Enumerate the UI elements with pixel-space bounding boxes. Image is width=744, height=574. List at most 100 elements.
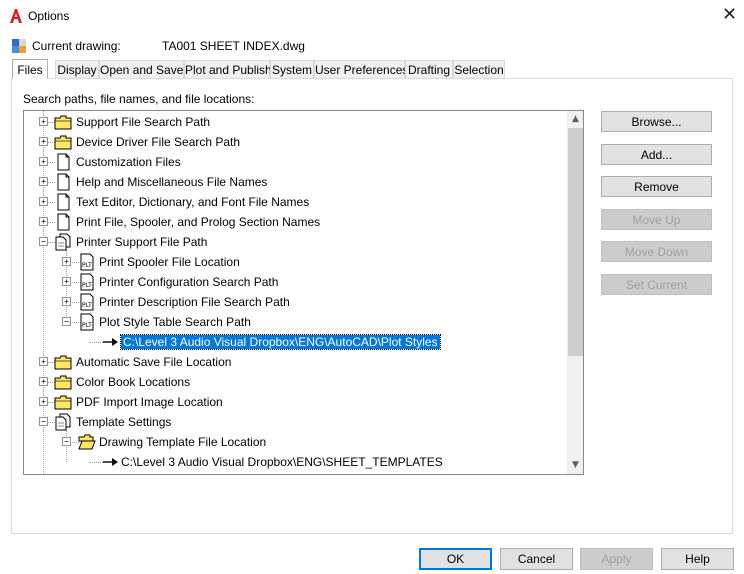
cancel-button[interactable]: Cancel [500, 548, 573, 570]
expand-icon[interactable]: + [39, 117, 48, 126]
current-drawing-name: TA001 SHEET INDEX.dwg [162, 39, 305, 53]
files-tab-panel: Search paths, file names, and file locat… [11, 78, 733, 534]
folder-icon [54, 393, 72, 411]
tree-node-label: Help and Miscellaneous File Names [76, 175, 268, 189]
current-drawing-bar: Current drawing: TA001 SHEET INDEX.dwg [0, 36, 744, 56]
tree-node[interactable]: + Text Editor, Dictionary, and Font File … [24, 192, 567, 212]
title-bar: Options ✕ [0, 0, 744, 32]
documents-icon [54, 413, 72, 431]
collapse-icon[interactable]: − [62, 437, 71, 446]
tree-node[interactable]: + Device Driver File Search Path [24, 132, 567, 152]
document-icon [54, 173, 72, 191]
tree-node-label: Template Settings [76, 415, 172, 429]
scroll-down-icon[interactable]: ▼ [567, 457, 583, 474]
current-drawing-label: Current drawing: [32, 39, 121, 53]
tree-scrollbar[interactable]: ▲ ▼ [567, 111, 583, 474]
tab-plot-and-publish[interactable]: Plot and Publish [184, 60, 272, 79]
folder-icon [54, 113, 72, 131]
folder-icon [54, 133, 72, 151]
expand-icon[interactable]: + [39, 397, 48, 406]
tree-node[interactable]: − PLT Plot Style Table Search Path [24, 312, 567, 332]
add-button[interactable]: Add... [601, 144, 712, 165]
ok-button[interactable]: OK [419, 548, 492, 570]
tree-node-label: Print Spooler File Location [99, 255, 240, 269]
collapse-icon[interactable]: − [62, 317, 71, 326]
tab-system[interactable]: System [270, 60, 314, 79]
tree-node[interactable]: − Printer Support File Path [24, 232, 567, 252]
svg-text:PLT: PLT [82, 302, 92, 309]
scroll-up-icon[interactable]: ▲ [567, 111, 583, 128]
search-paths-label: Search paths, file names, and file locat… [23, 92, 255, 106]
tree-node[interactable]: + PDF Import Image Location [24, 392, 567, 412]
browse-button[interactable]: Browse... [601, 111, 712, 132]
close-button[interactable]: ✕ [722, 5, 737, 25]
autocad-logo-icon [10, 9, 22, 23]
apply-button[interactable]: Apply [580, 548, 653, 570]
tab-drafting[interactable]: Drafting [405, 60, 453, 79]
move-down-button[interactable]: Move Down [601, 241, 712, 262]
selected-path-highlight: C:\Level 3 Audio Visual Dropbox\ENG\Auto… [120, 334, 441, 350]
plot-file-icon: PLT [78, 273, 96, 291]
tree-node-label: Printer Configuration Search Path [99, 275, 279, 289]
expand-icon[interactable]: + [39, 137, 48, 146]
tab-selection[interactable]: Selection [453, 60, 505, 79]
drawing-icon [12, 39, 26, 53]
tree-node[interactable]: + Support File Search Path [24, 112, 567, 132]
tree-node-label: Color Book Locations [76, 375, 191, 389]
tab-display[interactable]: Display [55, 60, 99, 79]
arrow-icon [102, 333, 120, 351]
tree-node[interactable]: + Print File, Spooler, and Prolog Section… [24, 212, 567, 232]
tab-user-preferences[interactable]: User Preferences [314, 60, 408, 79]
expand-icon[interactable]: + [39, 197, 48, 206]
tree-node-label: Automatic Save File Location [76, 355, 232, 369]
scroll-thumb[interactable] [568, 128, 583, 356]
tree-node[interactable]: − Template Settings [24, 412, 567, 432]
set-current-button[interactable]: Set Current [601, 274, 712, 295]
remove-button[interactable]: Remove [601, 176, 712, 197]
tree-path-entry[interactable]: C:\Level 3 Audio Visual Dropbox\ENG\SHEE… [24, 452, 567, 472]
expand-icon[interactable]: + [62, 257, 71, 266]
collapse-icon[interactable]: − [39, 417, 48, 426]
document-icon [54, 213, 72, 231]
document-icon [54, 153, 72, 171]
plot-file-icon: PLT [78, 293, 96, 311]
tree-node[interactable]: + Customization Files [24, 152, 567, 172]
tree-connector [89, 462, 103, 463]
tree-content: + Support File Search Path + Device Driver … [24, 111, 567, 474]
tab-open-and-save[interactable]: Open and Save [99, 60, 184, 79]
window-title: Options [28, 9, 70, 23]
expand-icon[interactable]: + [39, 177, 48, 186]
expand-icon[interactable]: + [62, 277, 71, 286]
expand-icon[interactable]: + [39, 377, 48, 386]
help-button[interactable]: Help [661, 548, 734, 570]
expand-icon[interactable]: + [39, 357, 48, 366]
tree-node[interactable]: − Drawing Template File Location [24, 432, 567, 452]
tree-connector [89, 342, 103, 343]
file-paths-tree[interactable]: + Support File Search Path + Device Driver … [23, 110, 584, 475]
tree-node[interactable]: + Help and Miscellaneous File Names [24, 172, 567, 192]
plot-file-icon: PLT [78, 313, 96, 331]
tree-node[interactable]: + Automatic Save File Location [24, 352, 567, 372]
tree-node[interactable]: + PLT Printer Configuration Search Path [24, 272, 567, 292]
tree-path-entry[interactable]: C:\Level 3 Audio Visual Dropbox\ENG\Auto… [24, 332, 567, 352]
expand-icon[interactable]: + [62, 297, 71, 306]
tab-files[interactable]: Files [12, 59, 48, 79]
tree-node[interactable]: + PLT Printer Description File Search Path [24, 292, 567, 312]
document-icon [54, 193, 72, 211]
tree-node-label: PDF Import Image Location [76, 395, 223, 409]
tree-node-label: Printer Description File Search Path [99, 295, 290, 309]
tree-node-label: Support File Search Path [76, 115, 211, 129]
expand-icon[interactable]: + [39, 157, 48, 166]
tree-node-label: Plot Style Table Search Path [99, 315, 251, 329]
plot-file-icon: PLT [78, 253, 96, 271]
collapse-icon[interactable]: − [39, 237, 48, 246]
svg-text:PLT: PLT [82, 282, 92, 289]
move-up-button[interactable]: Move Up [601, 209, 712, 230]
documents-icon [54, 233, 72, 251]
tree-node[interactable]: + Color Book Locations [24, 372, 567, 392]
tree-node[interactable]: + PLT Print Spooler File Location [24, 252, 567, 272]
tree-node-label: Device Driver File Search Path [76, 135, 241, 149]
svg-text:PLT: PLT [82, 262, 92, 269]
expand-icon[interactable]: + [39, 217, 48, 226]
tree-node-label: Print File, Spooler, and Prolog Section … [76, 215, 321, 229]
